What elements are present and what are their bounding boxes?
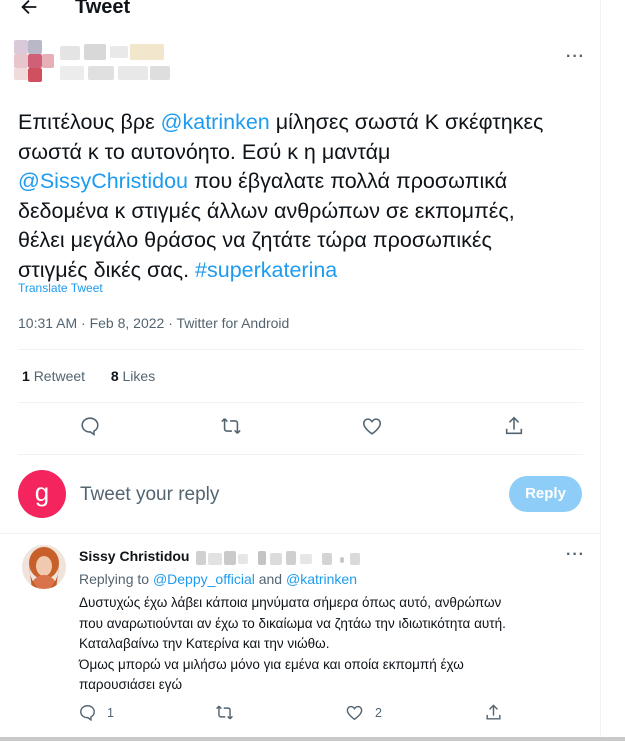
tweet-column: Tweet ··· Επιτέλους βρε @katrinken μίλησ… xyxy=(0,0,601,741)
tweet-text: Επιτέλους βρε @katrinken μίλησες σωστά Κ… xyxy=(18,108,593,285)
like-count: 2 xyxy=(375,706,382,720)
reply-icon[interactable] xyxy=(79,415,101,437)
tweet-line: στιγμές δικές σας. #superkaterina xyxy=(18,257,338,282)
avatar[interactable] xyxy=(22,545,66,589)
tweet-line: θέλει μεγάλο θράσος να ζητάτε τώρα προσω… xyxy=(18,228,492,252)
tweet-line: Επιτέλους βρε @katrinken μίλησες σωστά Κ… xyxy=(18,110,544,134)
divider xyxy=(0,533,600,534)
reply-input[interactable]: Tweet your reply xyxy=(80,484,219,506)
retweet-icon[interactable] xyxy=(220,415,242,437)
retweets-stat[interactable]: 1 Retweet xyxy=(22,368,85,384)
divider xyxy=(18,349,583,350)
header: Tweet xyxy=(0,0,600,20)
retweet-icon[interactable] xyxy=(215,703,234,722)
avatar[interactable]: g xyxy=(18,470,66,518)
like-icon[interactable] xyxy=(345,703,364,722)
likes-stat[interactable]: 8 Likes xyxy=(111,368,155,384)
mention-sissychristidou[interactable]: @SissyChristidou xyxy=(18,169,188,193)
reply-text: Δυστυχώς έχω λάβει κάποια μηνύματα σήμερ… xyxy=(79,593,594,696)
tweet-line: σωστά κ το αυτονόητο. Εσύ κ η μαντάμ xyxy=(18,139,391,164)
reply-line: Καταλαβαίνω την Κατερίνα και την νιώθω. xyxy=(79,636,330,651)
divider xyxy=(18,402,583,403)
page-title: Tweet xyxy=(75,0,131,18)
reply-line: παρουσιάσει εγώ xyxy=(79,677,183,692)
window-bottom-edge xyxy=(0,737,625,741)
share-icon[interactable] xyxy=(503,415,525,437)
hashtag-superkaterina[interactable]: #superkaterina xyxy=(195,258,337,282)
reply-line: που αναρωτιούνται αν έχω το δικαίωμα να … xyxy=(79,615,506,631)
reply-author-name[interactable]: Sissy Christidou xyxy=(79,548,189,564)
tweet-line: @SissyChristidou που έβγαλατε πολλά προσ… xyxy=(18,169,508,193)
replying-to: Replying to @Deppy_official and @katrink… xyxy=(79,571,358,587)
tweet-stats: 1 Retweet 8 Likes xyxy=(22,368,155,384)
divider xyxy=(18,454,583,455)
more-icon[interactable]: ··· xyxy=(566,546,585,564)
mention-katrinken[interactable]: @katrinken xyxy=(161,110,270,134)
reply-count: 1 xyxy=(107,706,114,720)
reply-icon[interactable] xyxy=(78,703,97,722)
like-icon[interactable] xyxy=(361,415,383,437)
tweet-meta[interactable]: 10:31 AM · Feb 8, 2022 · Twitter for And… xyxy=(18,315,289,331)
reply-line: Δυστυχώς έχω λάβει κάποια μηνύματα σήμερ… xyxy=(79,595,502,610)
mention-deppy-official[interactable]: @Deppy_official xyxy=(153,571,255,587)
mention-katrinken[interactable]: @katrinken xyxy=(286,571,357,587)
arrow-left-icon[interactable] xyxy=(18,0,40,18)
reply-button[interactable]: Reply xyxy=(509,476,582,512)
share-icon[interactable] xyxy=(484,703,503,722)
tweet-line: δεδομένα κ στιγμές άλλων ανθρώπων σε εκπ… xyxy=(18,198,515,223)
reply-line: Όμως μπορώ να μιλήσω μόνο για εμένα και … xyxy=(79,656,464,672)
more-icon[interactable]: ··· xyxy=(566,48,585,66)
translate-tweet-link[interactable]: Translate Tweet xyxy=(18,281,103,295)
